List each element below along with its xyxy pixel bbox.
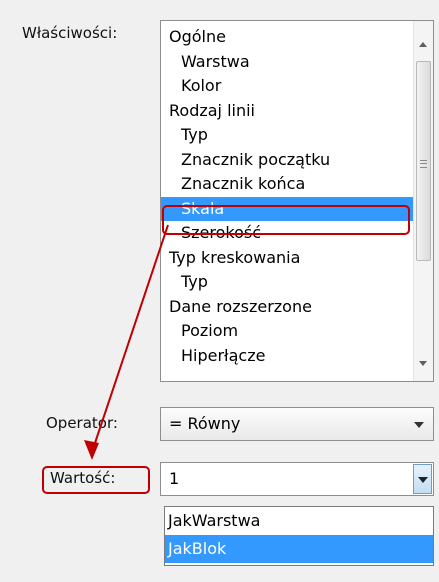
arrow-icon <box>84 224 169 460</box>
